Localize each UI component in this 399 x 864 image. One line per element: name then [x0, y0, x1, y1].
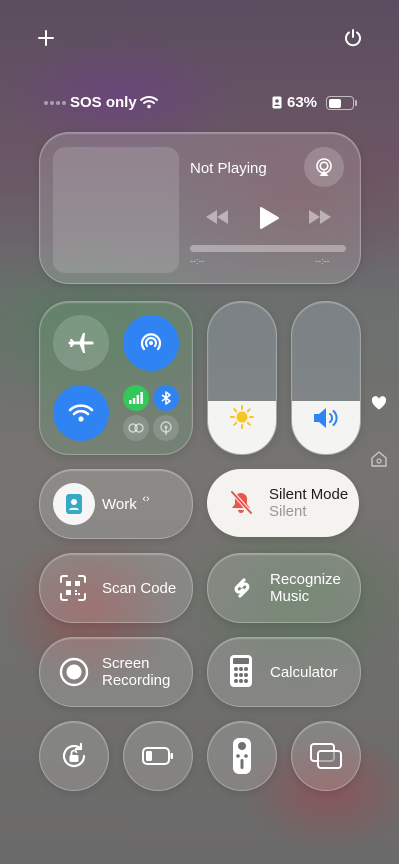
- calculator-label: Calculator: [270, 664, 338, 681]
- power-button[interactable]: [342, 27, 364, 49]
- battery-icon: [326, 96, 357, 110]
- bluetooth-icon: [161, 391, 171, 405]
- focus-label: Work: [102, 496, 137, 513]
- hotspot-icon: [160, 421, 172, 435]
- home-icon[interactable]: [370, 450, 388, 467]
- scan-code-button[interactable]: Scan Code: [39, 553, 193, 623]
- cellular-data-toggle[interactable]: [123, 385, 149, 411]
- silent-mode-toggle[interactable]: Silent Mode Silent: [207, 469, 359, 537]
- recognize-music-button[interactable]: Recognize Music: [207, 553, 361, 623]
- shazam-icon: [234, 578, 250, 598]
- wifi-toggle[interactable]: [53, 385, 109, 441]
- recognize-music-line2: Music: [270, 588, 310, 605]
- screen-recording-line2: Recording: [102, 672, 171, 689]
- low-power-mode-button[interactable]: [123, 721, 193, 791]
- fast-forward-button[interactable]: [307, 209, 333, 225]
- airdrop-icon: [140, 333, 162, 351]
- airplane-mode-toggle[interactable]: [53, 315, 109, 371]
- now-playing-card[interactable]: Not Playing --:-- --:--: [39, 132, 361, 284]
- plus-icon: [38, 30, 54, 46]
- calculator-icon: [230, 655, 252, 687]
- cellular-icon: [129, 392, 143, 404]
- play-button[interactable]: [258, 206, 280, 230]
- silent-mode-title: Silent Mode: [269, 486, 349, 503]
- playback-scrubber[interactable]: [190, 245, 346, 252]
- remaining-time: --:--: [315, 256, 330, 266]
- recognize-music-line1: Recognize: [270, 571, 341, 588]
- airplay-audio-icon: [316, 158, 332, 176]
- screen-mirroring-button[interactable]: [291, 721, 361, 791]
- wifi-status-icon: [140, 96, 158, 109]
- airdrop-toggle[interactable]: [123, 315, 179, 371]
- orientation-lock-button[interactable]: [39, 721, 109, 791]
- play-icon: [260, 207, 279, 229]
- vpn-toggle[interactable]: [123, 415, 149, 441]
- add-control-button[interactable]: [36, 28, 56, 48]
- vpn-icon: [128, 423, 144, 433]
- bluetooth-toggle[interactable]: [153, 385, 179, 411]
- wifi-icon: [68, 404, 94, 422]
- screen-recording-line1: Screen: [102, 655, 150, 672]
- focus-work-button[interactable]: Work ‹›: [39, 469, 193, 539]
- work-badge-icon: [66, 494, 82, 514]
- airplane-icon: [68, 333, 94, 353]
- focus-chevron-icon: ‹›: [142, 493, 150, 505]
- apple-tv-remote-button[interactable]: [207, 721, 277, 791]
- rewind-icon: [206, 210, 228, 224]
- id-card-icon: [272, 96, 282, 109]
- focus-icon-circle: [53, 483, 95, 525]
- record-icon: [59, 657, 89, 687]
- qr-code-icon: [60, 575, 86, 601]
- connectivity-card: [39, 301, 193, 455]
- power-icon: [345, 29, 361, 47]
- airplay-button[interactable]: [304, 147, 344, 187]
- rewind-button[interactable]: [204, 209, 230, 225]
- screen-recording-button[interactable]: Screen Recording: [39, 637, 193, 707]
- battery-low-icon: [142, 747, 173, 765]
- status-bar: SOS only 63%: [44, 93, 360, 113]
- brightness-slider[interactable]: [207, 301, 277, 455]
- album-art-placeholder: [53, 147, 179, 273]
- now-playing-title: Not Playing: [190, 160, 267, 177]
- remote-icon: [233, 738, 251, 774]
- signal-dots-icon: [44, 101, 66, 105]
- bell-slash-icon: [230, 490, 253, 515]
- hotspot-toggle[interactable]: [153, 415, 179, 441]
- carrier-label: SOS only: [70, 94, 137, 111]
- silent-mode-subtitle: Silent: [269, 503, 307, 520]
- battery-percent: 63%: [287, 94, 318, 111]
- heart-icon[interactable]: [371, 396, 387, 410]
- sun-icon: [230, 405, 254, 429]
- calculator-button[interactable]: Calculator: [207, 637, 361, 707]
- scan-code-label: Scan Code: [102, 580, 177, 597]
- speaker-icon: [314, 408, 338, 428]
- screen-mirroring-icon: [310, 743, 342, 769]
- volume-slider[interactable]: [291, 301, 361, 455]
- elapsed-time: --:--: [190, 256, 205, 266]
- rotation-lock-icon: [62, 742, 86, 768]
- fast-forward-icon: [309, 210, 331, 224]
